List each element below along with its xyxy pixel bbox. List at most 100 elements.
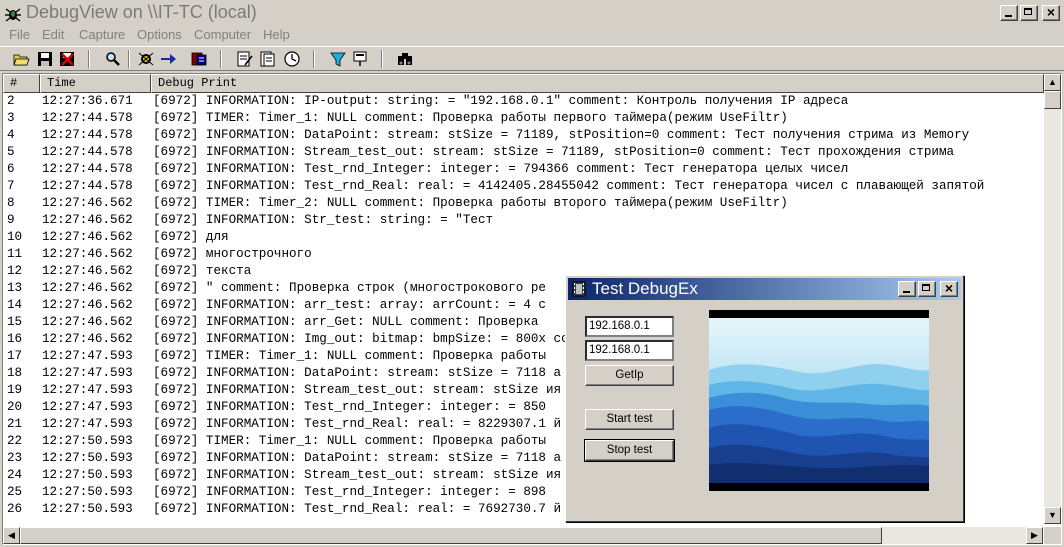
row-time: 12:27:44.578 xyxy=(42,111,133,125)
scroll-down-button[interactable]: ▼ xyxy=(1044,507,1061,524)
ip-field-2[interactable]: 192.168.0.1 xyxy=(585,340,674,361)
row-time: 12:27:46.562 xyxy=(42,230,133,244)
row-time: 12:27:46.562 xyxy=(42,332,133,346)
table-row[interactable]: 2 12:27:36.671 [6972] INFORMATION: IP-outp… xyxy=(3,93,1043,110)
column-header-debug-print[interactable]: Debug Print xyxy=(151,74,1044,93)
maximize-icon xyxy=(922,284,930,291)
row-time: 12:27:46.562 xyxy=(42,264,133,278)
dialog-maximize-button[interactable] xyxy=(918,281,936,297)
binoculars-icon[interactable] xyxy=(396,50,414,68)
dialog-close-button[interactable]: × xyxy=(940,280,958,297)
history-icon[interactable] xyxy=(259,50,277,68)
window-controls: × xyxy=(1000,4,1060,21)
table-row[interactable]: 10 12:27:46.562 [6972] для xyxy=(3,229,1043,246)
row-number: 18 xyxy=(7,366,23,380)
table-row[interactable]: 7 12:27:44.578 [6972] INFORMATION: Test_rn… xyxy=(3,178,1043,195)
scroll-right-button[interactable]: ▶ xyxy=(1026,527,1043,544)
autoscroll-icon[interactable] xyxy=(159,50,177,68)
row-number: 24 xyxy=(7,468,23,482)
table-row[interactable]: 4 12:27:44.578 [6972] INFORMATION: DataPoi… xyxy=(3,127,1043,144)
debugview-app-icon[interactable] xyxy=(4,5,22,23)
minimize-button[interactable] xyxy=(1000,5,1018,21)
row-number: 20 xyxy=(7,400,23,414)
ip-field-1[interactable]: 192.168.0.1 xyxy=(585,316,674,337)
getip-button[interactable]: GetIp xyxy=(585,365,674,386)
row-debug-print: [6972] INFORMATION: Test_rnd_Real: real:… xyxy=(153,179,985,193)
properties-icon[interactable] xyxy=(236,50,254,68)
menu-options[interactable]: Options xyxy=(137,27,182,42)
menu-edit[interactable]: Edit xyxy=(42,27,64,42)
vertical-scroll-thumb[interactable] xyxy=(1044,91,1061,109)
scrollbar-corner xyxy=(1044,527,1061,544)
row-debug-print: [6972] INFORMATION: Str_test: string: = … xyxy=(153,213,494,227)
row-debug-print: [6972] для xyxy=(153,230,229,244)
row-debug-print: [6972] " comment: Проверка строк (многос… xyxy=(153,281,546,295)
row-debug-print: [6972] TIMER: Timer_2: NULL comment: Про… xyxy=(153,196,788,210)
horizontal-scrollbar[interactable]: ◀ ▶ xyxy=(3,527,1043,544)
column-header-time[interactable]: Time xyxy=(40,74,151,93)
row-debug-print: [6972] INFORMATION: Stream_test_out: str… xyxy=(153,468,615,482)
title-bar: DebugView on \\IT-TC (local) × xyxy=(0,0,1064,27)
row-debug-print: [6972] INFORMATION: Test_rnd_Integer: in… xyxy=(153,162,849,176)
stop-test-button[interactable]: Stop test xyxy=(584,439,675,462)
toolbar-separator xyxy=(313,50,315,68)
row-number: 19 xyxy=(7,383,23,397)
scroll-up-button[interactable]: ▲ xyxy=(1044,74,1061,91)
table-row[interactable]: 11 12:27:46.562 [6972] многострочного xyxy=(3,246,1043,263)
toolbar xyxy=(0,46,1064,71)
row-time: 12:27:50.593 xyxy=(42,468,133,482)
clock-icon[interactable] xyxy=(283,50,301,68)
table-row[interactable]: 5 12:27:44.578 [6972] INFORMATION: Stream_… xyxy=(3,144,1043,161)
row-number: 3 xyxy=(7,111,15,125)
scroll-left-button[interactable]: ◀ xyxy=(3,527,20,544)
row-number: 23 xyxy=(7,451,23,465)
row-time: 12:27:50.593 xyxy=(42,434,133,448)
menu-capture[interactable]: Capture xyxy=(79,27,125,42)
menu-bar: File Edit Capture Options Computer Help xyxy=(0,27,1064,46)
row-debug-print: [6972] TIMER: Timer_1: NULL comment: Про… xyxy=(153,434,546,448)
toolbar-separator xyxy=(220,50,222,68)
row-time: 12:27:44.578 xyxy=(42,162,133,176)
row-number: 21 xyxy=(7,417,23,431)
horizontal-scroll-thumb[interactable] xyxy=(20,527,882,544)
maximize-button[interactable] xyxy=(1020,5,1038,21)
filter-icon[interactable] xyxy=(190,50,208,68)
dialog-title-bar[interactable]: Test DebugEx × xyxy=(568,278,961,300)
dialog-minimize-button[interactable] xyxy=(898,281,916,297)
row-number: 2 xyxy=(7,94,15,108)
save-icon[interactable] xyxy=(36,50,54,68)
dialog-title: Test DebugEx xyxy=(592,279,698,298)
row-number: 13 xyxy=(7,281,23,295)
row-number: 26 xyxy=(7,502,23,516)
capture-icon[interactable] xyxy=(137,50,155,68)
row-debug-print: [6972] текста xyxy=(153,264,252,278)
highlight-icon[interactable] xyxy=(329,50,347,68)
table-row[interactable]: 3 12:27:44.578 [6972] TIMER: Timer_1: NULL… xyxy=(3,110,1043,127)
vertical-scrollbar[interactable]: ▲ ▼ xyxy=(1044,74,1061,524)
row-debug-print: [6972] INFORMATION: Stream_test_out: str… xyxy=(153,383,615,397)
table-row[interactable]: 6 12:27:44.578 [6972] INFORMATION: Test_rn… xyxy=(3,161,1043,178)
row-time: 12:27:44.578 xyxy=(42,128,133,142)
close-icon: × xyxy=(1046,4,1056,20)
row-number: 6 xyxy=(7,162,15,176)
row-time: 12:27:46.562 xyxy=(42,298,133,312)
row-number: 16 xyxy=(7,332,23,346)
clear-icon[interactable] xyxy=(58,50,76,68)
find-icon[interactable] xyxy=(104,50,122,68)
bookmark-icon[interactable] xyxy=(351,50,369,68)
open-icon[interactable] xyxy=(12,50,30,68)
menu-computer[interactable]: Computer xyxy=(194,27,251,42)
row-debug-print: [6972] INFORMATION: arr_test: array: arr… xyxy=(153,298,546,312)
row-number: 11 xyxy=(7,247,23,261)
row-number: 5 xyxy=(7,145,15,159)
row-time: 12:27:44.578 xyxy=(42,145,133,159)
menu-help[interactable]: Help xyxy=(263,27,290,42)
row-number: 25 xyxy=(7,485,23,499)
row-number: 10 xyxy=(7,230,23,244)
column-header-number[interactable]: # xyxy=(3,74,40,93)
close-button[interactable]: × xyxy=(1042,4,1060,21)
table-row[interactable]: 8 12:27:46.562 [6972] TIMER: Timer_2: NULL… xyxy=(3,195,1043,212)
menu-file[interactable]: File xyxy=(9,27,30,42)
start-test-button[interactable]: Start test xyxy=(585,409,674,430)
table-row[interactable]: 9 12:27:46.562 [6972] INFORMATION: Str_tes… xyxy=(3,212,1043,229)
